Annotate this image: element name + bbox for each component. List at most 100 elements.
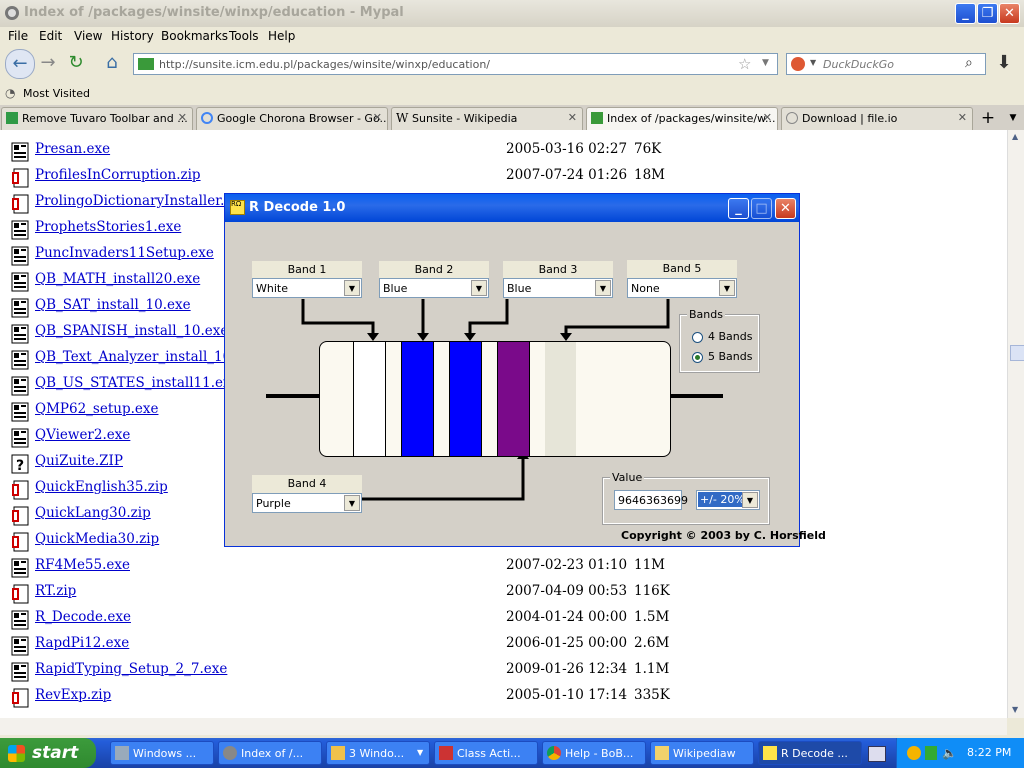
engine-dropdown-icon[interactable]: ▼ bbox=[810, 58, 816, 67]
r-decode-title: R Decode 1.0 bbox=[249, 200, 346, 215]
file-link[interactable]: QuickLang30.zip bbox=[35, 505, 151, 521]
tab-close-icon[interactable]: ✕ bbox=[178, 111, 187, 124]
file-link[interactable]: RapdPi12.exe bbox=[35, 635, 129, 651]
file-link[interactable]: ProlingoDictionaryInstaller.zip bbox=[35, 193, 245, 209]
horizontal-scrollbar[interactable] bbox=[0, 718, 1007, 735]
taskbar-item-index-of[interactable]: Index of /... bbox=[218, 741, 322, 765]
exe-icon bbox=[11, 402, 29, 422]
menu-file[interactable]: File bbox=[8, 29, 28, 43]
unknown-icon: ? bbox=[11, 454, 29, 474]
tab-list-icon[interactable]: ▼ bbox=[1004, 107, 1022, 129]
dialog-close-button[interactable]: ✕ bbox=[775, 198, 796, 219]
tab-close-icon[interactable]: ✕ bbox=[763, 111, 772, 124]
file-link[interactable]: R_Decode.exe bbox=[35, 609, 131, 625]
url-dropdown-icon[interactable]: ▼ bbox=[762, 58, 769, 68]
new-tab-icon[interactable]: + bbox=[977, 107, 999, 129]
home-icon[interactable]: ⌂ bbox=[98, 49, 126, 77]
tolerance-dropdown-icon[interactable]: ▼ bbox=[742, 492, 758, 508]
minimize-button[interactable]: _ bbox=[955, 3, 976, 24]
wikipediaw-icon bbox=[655, 746, 669, 760]
volume-icon[interactable]: 🔈 bbox=[942, 746, 957, 760]
reload-icon[interactable]: ↻ bbox=[62, 49, 90, 77]
taskbar-group-windows[interactable]: 3 Windo... ▼ bbox=[326, 741, 430, 765]
exe-icon bbox=[11, 636, 29, 656]
tab-remove-tuvaro[interactable]: Remove Tuvaro Toolbar and ... ✕ bbox=[1, 107, 193, 130]
file-link[interactable]: QuiZuite.ZIP bbox=[35, 453, 123, 469]
exe-icon bbox=[11, 246, 29, 266]
file-size: 1.1M bbox=[634, 661, 670, 677]
file-link[interactable]: ProphetsStories1.exe bbox=[35, 219, 181, 235]
tray-app-icon[interactable] bbox=[907, 746, 921, 760]
url-text: http://sunsite.icm.edu.pl/packages/winsi… bbox=[159, 58, 490, 71]
search-input[interactable]: ▼ DuckDuckGo ⌕ bbox=[786, 53, 986, 75]
menu-bookmarks[interactable]: Bookmarks bbox=[161, 29, 228, 43]
tray-security-icon[interactable] bbox=[925, 746, 937, 760]
file-link[interactable]: PuncInvaders11Setup.exe bbox=[35, 245, 214, 261]
menu-history[interactable]: History bbox=[111, 29, 154, 43]
search-icon[interactable]: ⌕ bbox=[965, 55, 973, 71]
band1-stripe bbox=[353, 342, 386, 456]
menu-view[interactable]: View bbox=[74, 29, 102, 43]
file-link[interactable]: QViewer2.exe bbox=[35, 427, 130, 443]
tolerance-value: +/- 20% bbox=[698, 492, 747, 507]
bookmark-star-icon[interactable]: ☆ bbox=[738, 55, 751, 73]
taskbar-item-windows[interactable]: Windows ... bbox=[110, 741, 214, 765]
tolerance-select[interactable]: +/- 20% ▼ bbox=[696, 490, 760, 510]
scroll-up-icon[interactable]: ▲ bbox=[1012, 132, 1018, 141]
taskbar-item-help-bob[interactable]: Help - BoB... bbox=[542, 741, 646, 765]
file-link[interactable]: RapidTyping_Setup_2_7.exe bbox=[35, 661, 227, 677]
task-label: Class Acti... bbox=[457, 747, 521, 760]
tab-close-icon[interactable]: ✕ bbox=[958, 111, 967, 124]
restore-button[interactable]: ❐ bbox=[977, 3, 998, 24]
dialog-minimize-button[interactable]: _ bbox=[728, 198, 749, 219]
tab-close-icon[interactable]: ✕ bbox=[568, 111, 577, 124]
back-icon[interactable]: ← bbox=[5, 49, 35, 79]
bands-group-label: Bands bbox=[687, 308, 725, 321]
file-link[interactable]: ProfilesInCorruption.zip bbox=[35, 167, 201, 183]
r-decode-app-icon: RΩ bbox=[230, 200, 245, 215]
bookmark-most-visited[interactable]: Most Visited bbox=[23, 87, 90, 100]
exe-icon bbox=[11, 142, 29, 162]
vertical-scrollbar[interactable]: ▲ ▼ bbox=[1007, 130, 1024, 718]
file-link[interactable]: QB_Text_Analyzer_install_10.e bbox=[35, 349, 243, 365]
scroll-down-icon[interactable]: ▼ bbox=[1012, 705, 1018, 714]
download-icon[interactable]: ⬇ bbox=[990, 49, 1018, 77]
url-bar[interactable]: http://sunsite.icm.edu.pl/packages/winsi… bbox=[133, 53, 778, 75]
taskbar-item-wikipediaw[interactable]: Wikipediaw bbox=[650, 741, 754, 765]
file-link[interactable]: QB_SPANISH_install_10.exe bbox=[35, 323, 228, 339]
file-link[interactable]: Presan.exe bbox=[35, 141, 110, 157]
menu-tools[interactable]: Tools bbox=[229, 29, 259, 43]
forward-icon[interactable]: → bbox=[34, 49, 62, 77]
file-link[interactable]: QuickMedia30.zip bbox=[35, 531, 159, 547]
taskbar-item-class-acti[interactable]: Class Acti... bbox=[434, 741, 538, 765]
keyboard-icon[interactable] bbox=[868, 746, 886, 762]
tab-sunsite-wikipedia[interactable]: W Sunsite - Wikipedia ✕ bbox=[391, 107, 583, 130]
group-dropdown-icon[interactable]: ▼ bbox=[417, 748, 423, 757]
tab-index-of-packages[interactable]: Index of /packages/winsite/w... ✕ bbox=[586, 107, 778, 130]
file-link[interactable]: RevExp.zip bbox=[35, 687, 111, 703]
file-size: 2.6M bbox=[634, 635, 670, 651]
value-field[interactable]: 9646363699 bbox=[614, 490, 688, 510]
band4-select[interactable]: Purple ▼ bbox=[252, 493, 362, 513]
tab-download-fileio[interactable]: Download | file.io ✕ bbox=[781, 107, 973, 130]
file-date: 2007-02-23 01:10 bbox=[506, 557, 628, 573]
taskbar-item-r-decode[interactable]: R Decode ... bbox=[758, 741, 862, 765]
radio-5-bands[interactable] bbox=[692, 352, 703, 363]
file-link[interactable]: RT.zip bbox=[35, 583, 76, 599]
start-button[interactable]: start bbox=[0, 738, 96, 768]
dialog-maximize-button[interactable]: □ bbox=[751, 198, 772, 219]
menu-edit[interactable]: Edit bbox=[39, 29, 62, 43]
close-button[interactable]: ✕ bbox=[999, 3, 1020, 24]
file-link[interactable]: QB_SAT_install_10.exe bbox=[35, 297, 191, 313]
file-link[interactable]: QB_MATH_install20.exe bbox=[35, 271, 200, 287]
file-link[interactable]: QMP62_setup.exe bbox=[35, 401, 158, 417]
band4-dropdown-icon[interactable]: ▼ bbox=[344, 495, 360, 511]
file-link[interactable]: RF4Me55.exe bbox=[35, 557, 130, 573]
radio-4-bands[interactable] bbox=[692, 332, 703, 343]
menu-help[interactable]: Help bbox=[268, 29, 295, 43]
tab-google-chorona[interactable]: Google Chorona Browser - Go... ✕ bbox=[196, 107, 388, 130]
file-link[interactable]: QuickEnglish35.zip bbox=[35, 479, 168, 495]
file-link[interactable]: QB_US_STATES_install11.exe bbox=[35, 375, 239, 391]
tab-close-icon[interactable]: ✕ bbox=[373, 111, 382, 124]
scroll-thumb[interactable] bbox=[1010, 345, 1024, 361]
